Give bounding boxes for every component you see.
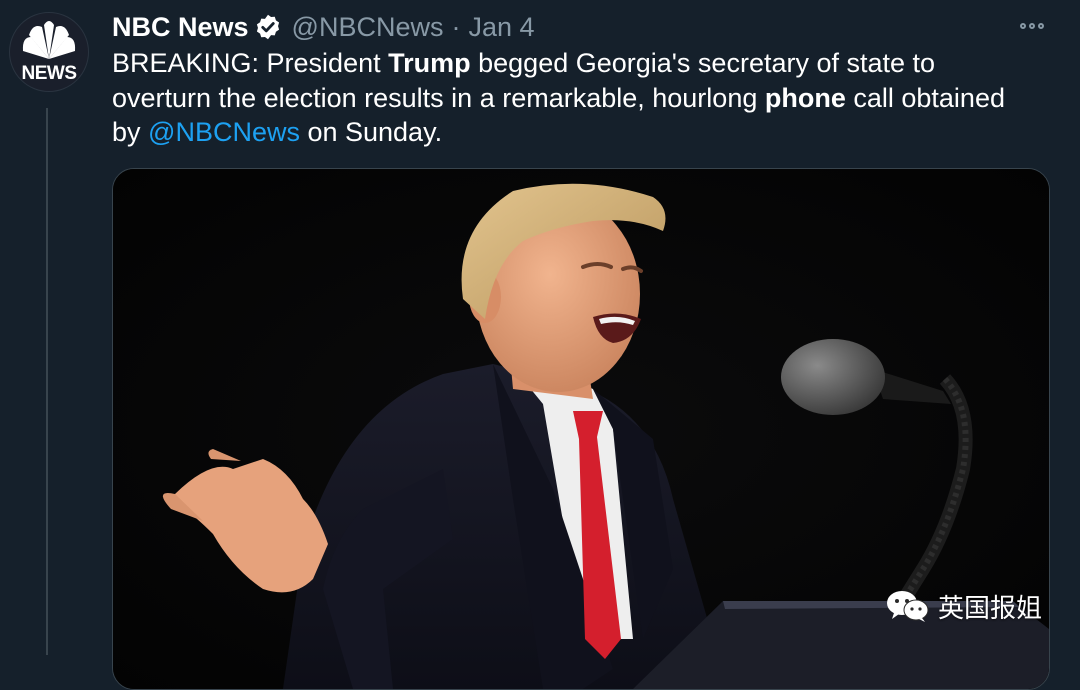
avatar[interactable]: NEWS (9, 12, 89, 92)
watermark: 英国报姐 (886, 586, 1042, 626)
tweet-text-segment: on Sunday. (299, 117, 443, 147)
tweet-text-bold: Trump (388, 48, 471, 78)
thread-line (46, 108, 48, 655)
verified-badge-icon (254, 13, 282, 41)
tweet-text-bold: phone (764, 82, 846, 113)
separator-dot: · (451, 11, 461, 42)
tweet-date[interactable]: Jan 4 (468, 12, 534, 43)
handle[interactable]: @NBCNews (292, 12, 444, 43)
wechat-icon (887, 591, 929, 622)
tweet-text: BREAKING: President Trump begged Georgia… (112, 46, 1012, 150)
display-name[interactable]: NBC News (112, 12, 249, 43)
more-options-icon[interactable] (1012, 14, 1052, 38)
avatar-logo-text: NEWS (21, 63, 78, 84)
mention-link[interactable]: @NBCNews (148, 117, 300, 147)
watermark-text: 英国报姐 (938, 593, 1043, 624)
tweet-header: NBC News @NBCNews · Jan 4 (112, 8, 535, 46)
nbc-peacock-logo-icon (22, 21, 76, 59)
tweet-text-segment: BREAKING: President (112, 48, 389, 78)
